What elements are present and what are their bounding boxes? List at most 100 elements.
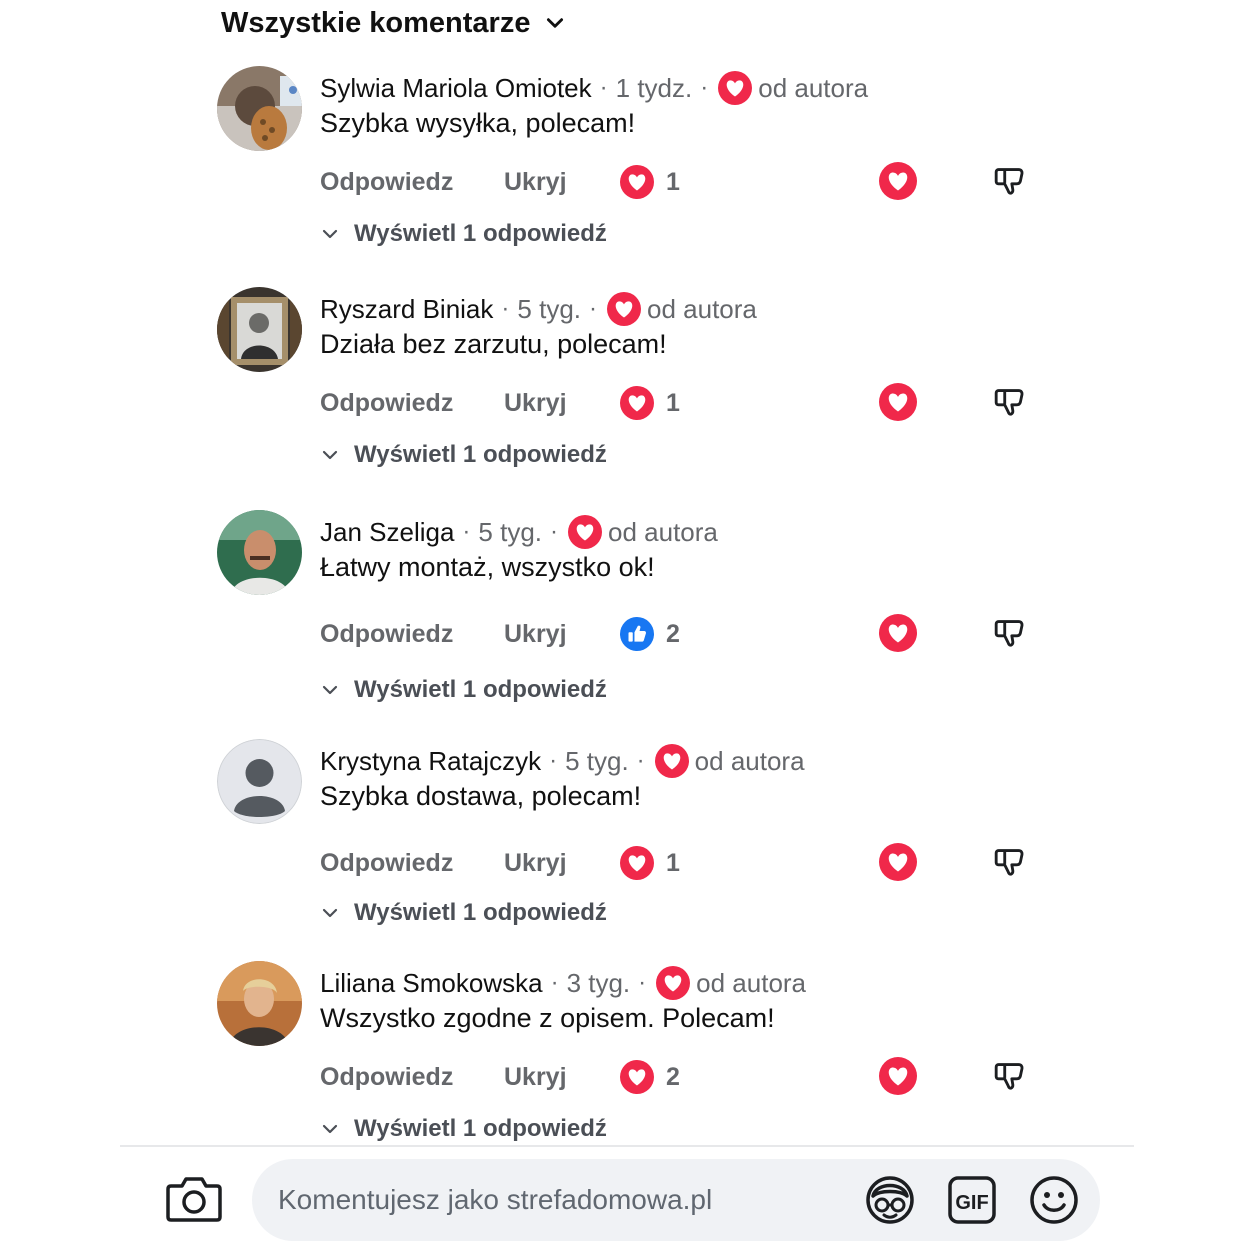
separator: · bbox=[550, 518, 559, 545]
reaction-summary[interactable]: 2 bbox=[620, 616, 680, 652]
heart-reaction-icon bbox=[620, 386, 654, 420]
hide-button[interactable]: Ukryj bbox=[504, 383, 567, 423]
heart-react-icon[interactable] bbox=[879, 1057, 917, 1095]
reaction-count: 1 bbox=[666, 167, 680, 196]
separator: · bbox=[501, 295, 510, 322]
hide-button[interactable]: Ukryj bbox=[504, 162, 567, 202]
author-heart-icon bbox=[568, 515, 602, 549]
hide-button[interactable]: Ukryj bbox=[504, 614, 567, 654]
like-reaction-icon bbox=[620, 617, 654, 651]
view-replies-button[interactable]: Wyświetl 1 odpowiedź bbox=[320, 439, 607, 471]
avatar[interactable] bbox=[217, 739, 302, 824]
avatar[interactable] bbox=[217, 287, 302, 372]
from-author-label: od autora bbox=[647, 293, 757, 324]
comment-text: Szybka dostawa, polecam! bbox=[320, 781, 642, 811]
from-author-label: od autora bbox=[758, 72, 869, 103]
dislike-icon[interactable] bbox=[990, 383, 1028, 421]
chevron-down-icon bbox=[320, 903, 340, 923]
comment-text: Działa bez zarzutu, polecam! bbox=[320, 329, 667, 359]
avatar[interactable] bbox=[217, 510, 302, 595]
reply-button[interactable]: Odpowiedz bbox=[320, 1057, 453, 1097]
svg-text:GIF: GIF bbox=[955, 1192, 988, 1214]
comment-text: Wszystko zgodne z opisem. Polecam! bbox=[320, 1003, 775, 1033]
comment-item: Krystyna Ratajczyk · 5 tyg. · od autora … bbox=[217, 739, 1077, 939]
comments-filter[interactable]: Wszystkie komentarze bbox=[221, 2, 566, 44]
separator: · bbox=[549, 747, 558, 774]
from-author-label: od autora bbox=[694, 745, 805, 776]
reply-button[interactable]: Odpowiedz bbox=[320, 614, 453, 654]
heart-react-icon[interactable] bbox=[879, 162, 917, 200]
comment-time[interactable]: 5 tyg. bbox=[478, 517, 542, 548]
view-replies-label: Wyświetl 1 odpowiedź bbox=[354, 676, 607, 703]
comment-author[interactable]: Ryszard Biniak bbox=[320, 294, 493, 325]
from-author-label: od autora bbox=[608, 516, 718, 547]
view-replies-button[interactable]: Wyświetl 1 odpowiedź bbox=[320, 218, 607, 250]
hide-button[interactable]: Ukryj bbox=[504, 1057, 567, 1097]
heart-reaction-icon bbox=[620, 165, 654, 199]
heart-react-icon[interactable] bbox=[879, 383, 917, 421]
avatar-sticker-icon[interactable] bbox=[864, 1174, 916, 1226]
chevron-down-icon bbox=[547, 18, 564, 28]
separator: · bbox=[636, 747, 645, 774]
reaction-summary[interactable]: 1 bbox=[620, 385, 680, 421]
separator: · bbox=[589, 295, 597, 322]
divider bbox=[120, 1145, 1134, 1147]
gif-icon[interactable]: GIF bbox=[946, 1174, 998, 1226]
dislike-icon[interactable] bbox=[990, 614, 1028, 652]
reaction-count: 2 bbox=[666, 1062, 680, 1091]
reaction-count: 1 bbox=[666, 388, 680, 417]
heart-reaction-icon bbox=[620, 1060, 654, 1094]
avatar[interactable] bbox=[217, 66, 302, 151]
reaction-count: 2 bbox=[666, 619, 680, 648]
chevron-down-icon bbox=[320, 1119, 340, 1139]
view-replies-label: Wyświetl 1 odpowiedź bbox=[354, 899, 607, 926]
comment-composer: GIF bbox=[0, 1145, 1254, 1254]
comment-author[interactable]: Krystyna Ratajczyk bbox=[320, 746, 541, 777]
view-replies-label: Wyświetl 1 odpowiedź bbox=[354, 441, 607, 468]
author-heart-icon bbox=[655, 744, 689, 778]
comment-item: Ryszard Biniak · 5 tyg. · od autora Dzia… bbox=[217, 287, 1077, 487]
view-replies-label: Wyświetl 1 odpowiedź bbox=[354, 220, 607, 247]
avatar[interactable] bbox=[217, 961, 302, 1046]
comment-author[interactable]: Jan Szeliga bbox=[320, 517, 454, 548]
reaction-summary[interactable]: 1 bbox=[620, 164, 680, 200]
author-heart-icon bbox=[656, 966, 690, 1000]
heart-reaction-icon bbox=[620, 846, 654, 880]
chevron-down-icon bbox=[320, 445, 340, 465]
dislike-icon[interactable] bbox=[990, 162, 1028, 200]
dislike-icon[interactable] bbox=[990, 1057, 1028, 1095]
from-author-label: od autora bbox=[696, 967, 807, 998]
view-replies-button[interactable]: Wyświetl 1 odpowiedź bbox=[320, 674, 607, 706]
chevron-down-icon bbox=[320, 224, 340, 244]
camera-icon[interactable] bbox=[165, 1172, 223, 1224]
comment-time[interactable]: 5 tyg. bbox=[517, 294, 581, 325]
author-heart-icon bbox=[607, 292, 641, 326]
reaction-summary[interactable]: 1 bbox=[620, 845, 680, 881]
view-replies-button[interactable]: Wyświetl 1 odpowiedź bbox=[320, 897, 607, 929]
view-replies-button[interactable]: Wyświetl 1 odpowiedź bbox=[320, 1113, 607, 1145]
reply-button[interactable]: Odpowiedz bbox=[320, 162, 453, 202]
comment-text: Łatwy montaż, wszystko ok! bbox=[320, 552, 655, 582]
comment-time[interactable]: 3 tyg. bbox=[567, 968, 631, 999]
author-heart-icon bbox=[718, 71, 752, 105]
comment-item: Sylwia Mariola Omiotek · 1 tydz. · od au… bbox=[217, 66, 1077, 266]
dislike-icon[interactable] bbox=[990, 843, 1028, 881]
reply-button[interactable]: Odpowiedz bbox=[320, 383, 453, 423]
separator: · bbox=[550, 969, 559, 996]
comments-filter-label: Wszystkie komentarze bbox=[221, 6, 531, 39]
comment-text: Szybka wysyłka, polecam! bbox=[320, 108, 636, 138]
separator: · bbox=[700, 74, 709, 101]
separator: · bbox=[638, 969, 647, 996]
reply-button[interactable]: Odpowiedz bbox=[320, 843, 453, 883]
view-replies-label: Wyświetl 1 odpowiedź bbox=[354, 1115, 607, 1142]
hide-button[interactable]: Ukryj bbox=[504, 843, 567, 883]
comment-time[interactable]: 5 tyg. bbox=[565, 746, 629, 777]
heart-react-icon[interactable] bbox=[879, 843, 917, 881]
reaction-summary[interactable]: 2 bbox=[620, 1059, 680, 1095]
comment-author[interactable]: Liliana Smokowska bbox=[320, 968, 543, 999]
heart-react-icon[interactable] bbox=[879, 614, 917, 652]
comment-time[interactable]: 1 tydz. bbox=[616, 73, 693, 104]
comment-item: Jan Szeliga · 5 tyg. · od autora Łatwy m… bbox=[217, 510, 1077, 710]
comment-author[interactable]: Sylwia Mariola Omiotek bbox=[320, 73, 592, 104]
emoji-icon[interactable] bbox=[1028, 1174, 1080, 1226]
